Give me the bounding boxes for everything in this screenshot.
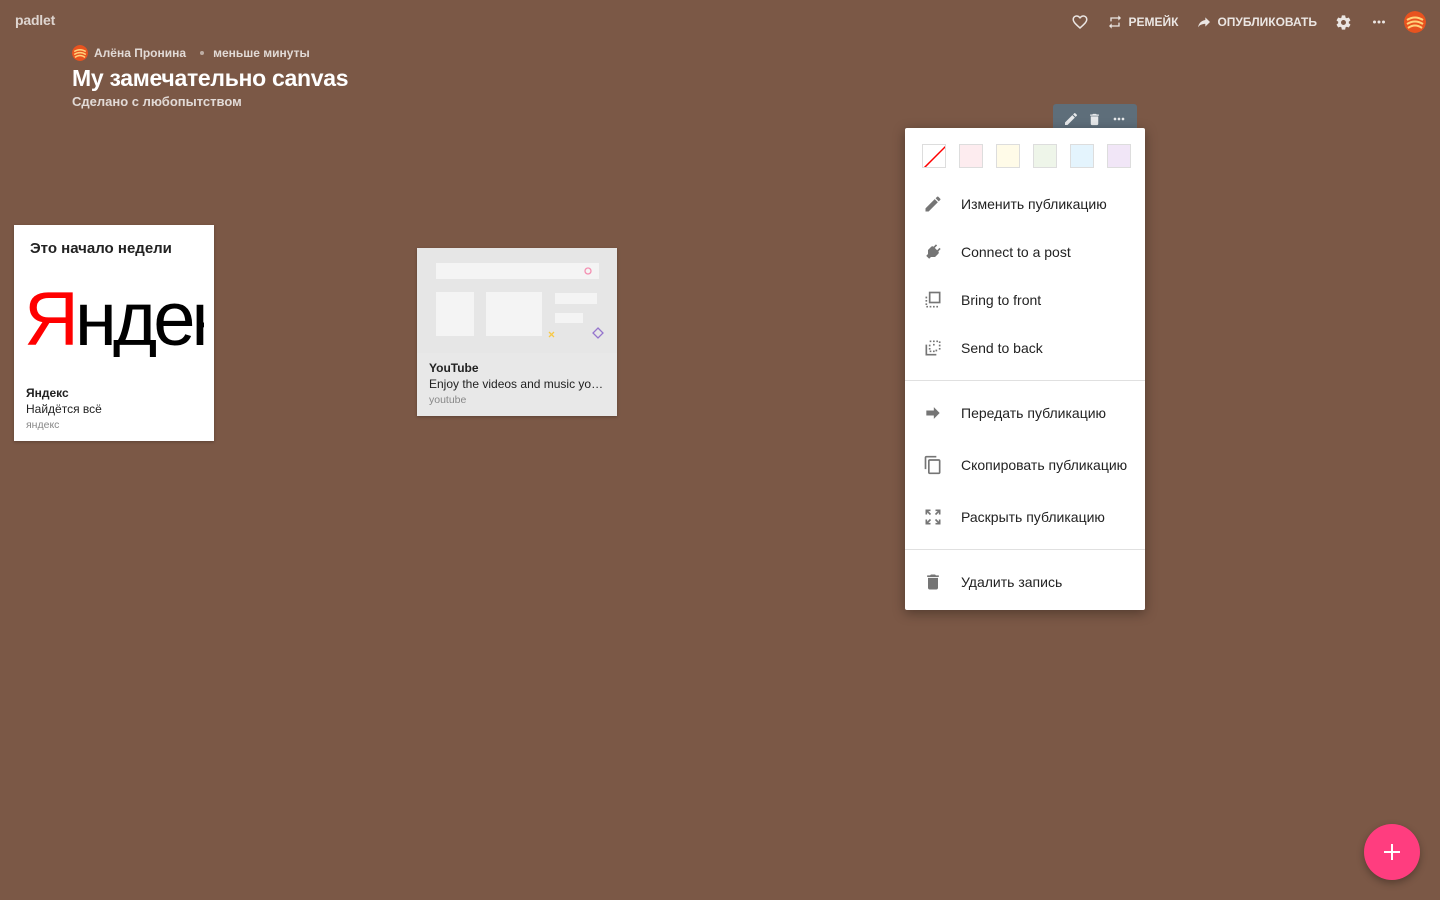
repeat-icon	[1109, 15, 1122, 29]
swatch-yellow[interactable]	[996, 144, 1020, 168]
author-avatar	[72, 45, 88, 61]
menu-item-label: Скопировать публикацию	[961, 457, 1128, 473]
menu-item-transfer-post[interactable]: Передать публикацию	[905, 403, 1145, 423]
menu-item-send-to-back[interactable]: Send to back	[905, 338, 1145, 358]
youtube-placeholder-thumbnail	[417, 248, 617, 353]
menu-item-label: Bring to front	[961, 292, 1042, 308]
bring-to-front-icon	[922, 289, 944, 311]
trash-icon[interactable]	[1087, 112, 1102, 127]
menu-item-label: Connect to a post	[961, 244, 1071, 260]
menu-divider	[905, 549, 1145, 550]
menu-item-label: Передать публикацию	[961, 405, 1107, 421]
menu-item-edit-post[interactable]: Изменить публикацию	[905, 194, 1145, 214]
page-title: My замечательно canvas	[72, 65, 349, 91]
menu-item-delete-post[interactable]: Удалить запись	[905, 572, 1145, 592]
menu-item-bring-to-front[interactable]: Bring to front	[905, 290, 1145, 310]
no-color-slash-icon	[923, 145, 945, 167]
page-subtitle: Сделано с любопытством	[72, 94, 242, 109]
menu-item-expand-post[interactable]: Раскрыть публикацию	[905, 507, 1145, 527]
menu-item-connect-post[interactable]: Connect to a post	[905, 242, 1145, 262]
post-context-menu: Изменить публикацию Connect to a post Br…	[905, 128, 1145, 610]
menu-item-label: Раскрыть публикацию	[961, 509, 1105, 525]
link-preview: YouTube Enjoy the videos and music you l…	[429, 360, 609, 408]
author-meta: Алёна Пронина меньше минуты	[72, 44, 348, 62]
swatch-none[interactable]	[922, 144, 946, 168]
yandex-logo-text: Яндекс	[24, 277, 204, 357]
swatch-purple[interactable]	[1107, 144, 1131, 168]
settings-button[interactable]	[1335, 14, 1352, 31]
publish-button[interactable]: ОПУБЛИКОВАТЬ	[1196, 14, 1317, 30]
publish-label: ОПУБЛИКОВАТЬ	[1217, 15, 1317, 29]
share-arrow-icon	[1198, 17, 1211, 28]
arrow-right-icon	[922, 402, 944, 424]
pencil-icon	[922, 193, 944, 215]
remake-button[interactable]: РЕМЕЙК	[1107, 14, 1178, 30]
user-avatar[interactable]	[1404, 11, 1426, 33]
link-description: Найдётся всё	[26, 402, 102, 416]
author-name: Алёна Пронина	[94, 46, 187, 60]
color-swatches	[922, 144, 1131, 168]
heart-icon	[1072, 15, 1088, 30]
padlet-header: Алёна Пронина меньше минуты My замечател…	[72, 44, 348, 109]
copy-icon	[922, 454, 944, 476]
pencil-icon[interactable]	[1063, 111, 1079, 127]
link-description: Enjoy the videos and music you love, upl…	[429, 377, 609, 391]
meta-separator	[200, 51, 205, 55]
updated-time: меньше минуты	[213, 46, 310, 60]
add-post-button[interactable]	[1364, 824, 1420, 880]
yandex-logo-image: Яндекс	[24, 277, 204, 357]
plus-icon	[1384, 844, 1400, 860]
menu-divider	[905, 380, 1145, 381]
link-preview: Яндекс Найдётся всё яндекс	[26, 385, 102, 433]
send-to-back-icon	[922, 337, 944, 359]
trash-icon	[922, 571, 944, 593]
menu-item-label: Удалить запись	[961, 574, 1063, 590]
link-source: youtube	[429, 394, 467, 406]
post-title: Это начало недели	[30, 240, 172, 257]
top-bar: padlet РЕМЕЙК ОПУБЛИКОВАТЬ	[0, 0, 1440, 44]
link-title: Яндекс	[26, 386, 69, 400]
swatch-blue[interactable]	[1070, 144, 1094, 168]
plug-icon	[922, 241, 944, 263]
gear-icon	[1336, 14, 1351, 30]
expand-icon	[922, 506, 944, 528]
swatch-green[interactable]	[1033, 144, 1057, 168]
swatch-pink[interactable]	[959, 144, 983, 168]
link-title: YouTube	[429, 361, 479, 375]
top-actions: РЕМЕЙК ОПУБЛИКОВАТЬ	[1053, 10, 1426, 34]
post-card-youtube[interactable]: YouTube Enjoy the videos and music you l…	[417, 248, 617, 416]
link-source: яндекс	[26, 419, 60, 431]
like-button[interactable]	[1071, 13, 1089, 31]
more-horizontal-icon	[1373, 20, 1385, 24]
menu-item-copy-post[interactable]: Скопировать публикацию	[905, 445, 1145, 485]
more-horizontal-icon[interactable]	[1111, 111, 1127, 127]
menu-item-label: Send to back	[961, 340, 1043, 356]
more-button[interactable]	[1370, 13, 1388, 31]
post-card-yandex[interactable]: Это начало недели Яндекс Яндекс Найдётся…	[14, 225, 214, 441]
remake-label: РЕМЕЙК	[1128, 15, 1179, 29]
padlet-logo[interactable]: padlet	[15, 12, 55, 28]
menu-item-label: Изменить публикацию	[961, 196, 1107, 212]
